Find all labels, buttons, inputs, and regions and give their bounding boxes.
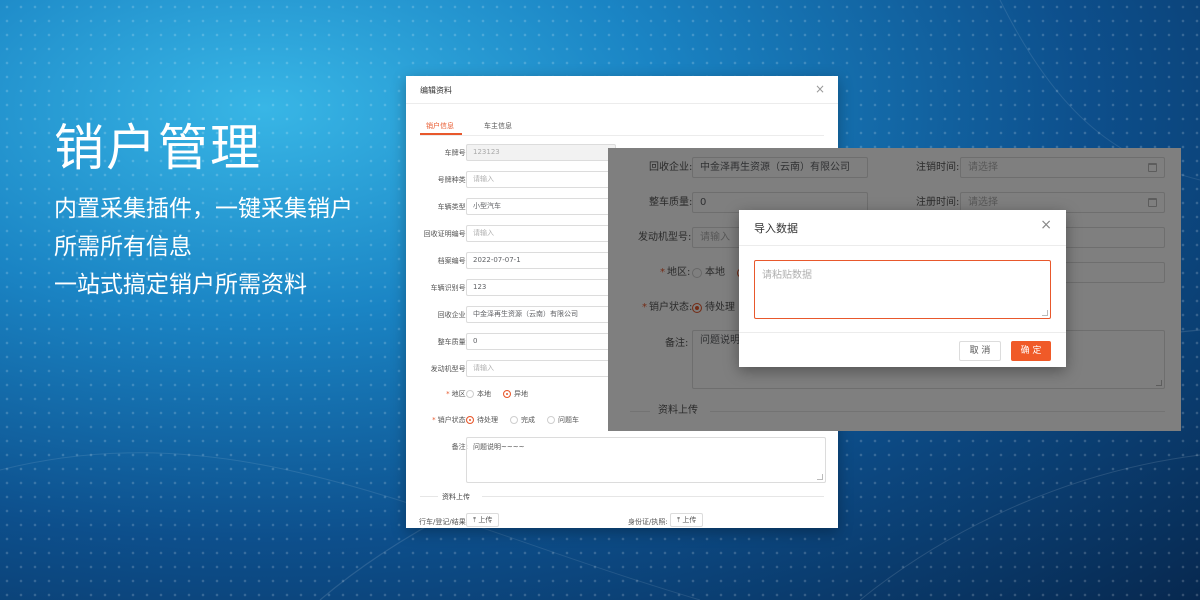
radio-region-local[interactable]: 本地 [466, 389, 491, 399]
radio-region-remote[interactable]: 异地 [503, 389, 528, 399]
radio-circle-icon [466, 390, 474, 398]
tab-divider [420, 135, 824, 136]
radio-status-done[interactable]: 完成 [510, 415, 535, 425]
field-label-plate: 车牌号: [444, 149, 468, 157]
upload-label-license: 行车/登记/结果: [419, 518, 469, 526]
dialog-footer-divider [739, 332, 1066, 333]
remark-textarea[interactable]: 问题说明~~~~ [466, 437, 826, 483]
remark-text: 问题说明~~~~ [473, 443, 525, 451]
tab-owner-info[interactable]: 车主信息 [484, 121, 512, 131]
radio-circle-icon [547, 416, 555, 424]
vin-input[interactable]: 123 [466, 279, 616, 296]
field-label-mass: 整车质量: [437, 338, 468, 346]
upload-label-id: 身份证/执照: [628, 518, 668, 526]
close-icon[interactable]: × [1040, 217, 1052, 233]
radio-selected-icon [503, 390, 511, 398]
field-label-region: * 地区: [446, 390, 468, 398]
archive-number-input[interactable]: 2022-07-07-1 [466, 252, 616, 269]
plate-type-input[interactable]: 请输入 [466, 171, 616, 188]
resize-handle-icon[interactable] [1042, 310, 1048, 316]
field-label-plate-type: 号牌种类: [437, 176, 468, 184]
hero-line-2: 所需所有信息 [54, 234, 192, 260]
field-label-status: * 销户状态: [432, 416, 468, 424]
radio-label: 异地 [514, 390, 528, 398]
field-label-engine: 发动机型号: [430, 365, 468, 373]
paste-data-textarea[interactable]: 请粘贴数据 [754, 260, 1051, 319]
paste-data-placeholder: 请粘贴数据 [762, 270, 812, 281]
dialog-title: 导入数据 [754, 222, 798, 235]
dialog-header-divider [739, 245, 1066, 246]
vehicle-mass-input[interactable]: 0 [466, 333, 616, 350]
status-label-text: 销户状态: [437, 416, 468, 424]
radio-label: 问题车 [558, 416, 579, 424]
field-label-archive-no: 档案编号: [437, 257, 468, 265]
radio-selected-icon [466, 416, 474, 424]
hero-title: 销户管理 [54, 119, 262, 177]
region-radio-group: 本地 异地 [466, 389, 528, 399]
radio-status-pending[interactable]: 待处理 [466, 415, 498, 425]
hero-text: 销户管理 内置采集插件，一键采集销户 所需所有信息 一站式搞定销户所需资料 [54, 116, 353, 304]
header-divider [406, 103, 838, 104]
upload-section-title: 资料上传 [442, 493, 470, 501]
resize-handle-icon[interactable] [817, 474, 823, 480]
radio-status-problem[interactable]: 问题车 [547, 415, 579, 425]
radio-label: 完成 [521, 416, 535, 424]
engine-model-input[interactable]: 请输入 [466, 360, 616, 377]
recycler-input[interactable]: 中金泽再生资源（云南）有限公司 [466, 306, 616, 323]
confirm-button[interactable]: 确 定 [1011, 341, 1051, 361]
recycle-cert-input[interactable]: 请输入 [466, 225, 616, 242]
status-radio-group: 待处理 完成 问题车 [466, 415, 579, 425]
upload-button-label: 上传 [682, 516, 697, 524]
upload-id-button[interactable]: ⤒ 上传 [670, 513, 704, 527]
plate-number-input: 123123 [466, 144, 616, 161]
upload-button-label: 上传 [478, 516, 493, 524]
tab-account-info[interactable]: 销户信息 [426, 121, 454, 131]
edit-window-title: 编辑资料 [420, 86, 452, 95]
radio-label: 本地 [477, 390, 491, 398]
field-label-vehicle-type: 车辆类型: [437, 203, 468, 211]
hero-line-1: 内置采集插件，一键采集销户 [54, 196, 353, 222]
radio-circle-icon [510, 416, 518, 424]
close-icon[interactable]: × [815, 82, 825, 96]
field-label-recycle-cert: 回收证明编号: [423, 230, 468, 238]
cancel-button[interactable]: 取 消 [959, 341, 1001, 361]
radio-label: 待处理 [477, 416, 498, 424]
vehicle-type-select[interactable]: 小型汽车 [466, 198, 616, 215]
import-data-dialog: 导入数据 × 请粘贴数据 取 消 确 定 [739, 210, 1066, 367]
field-label-vin: 车辆识别号: [430, 284, 468, 292]
upload-license-button[interactable]: ⤒ 上传 [466, 513, 500, 527]
field-label-recycler: 回收企业: [437, 311, 468, 319]
section-divider-right [482, 496, 824, 497]
hero-line-3: 一站式搞定销户所需资料 [54, 272, 307, 298]
section-divider-left [420, 496, 438, 497]
